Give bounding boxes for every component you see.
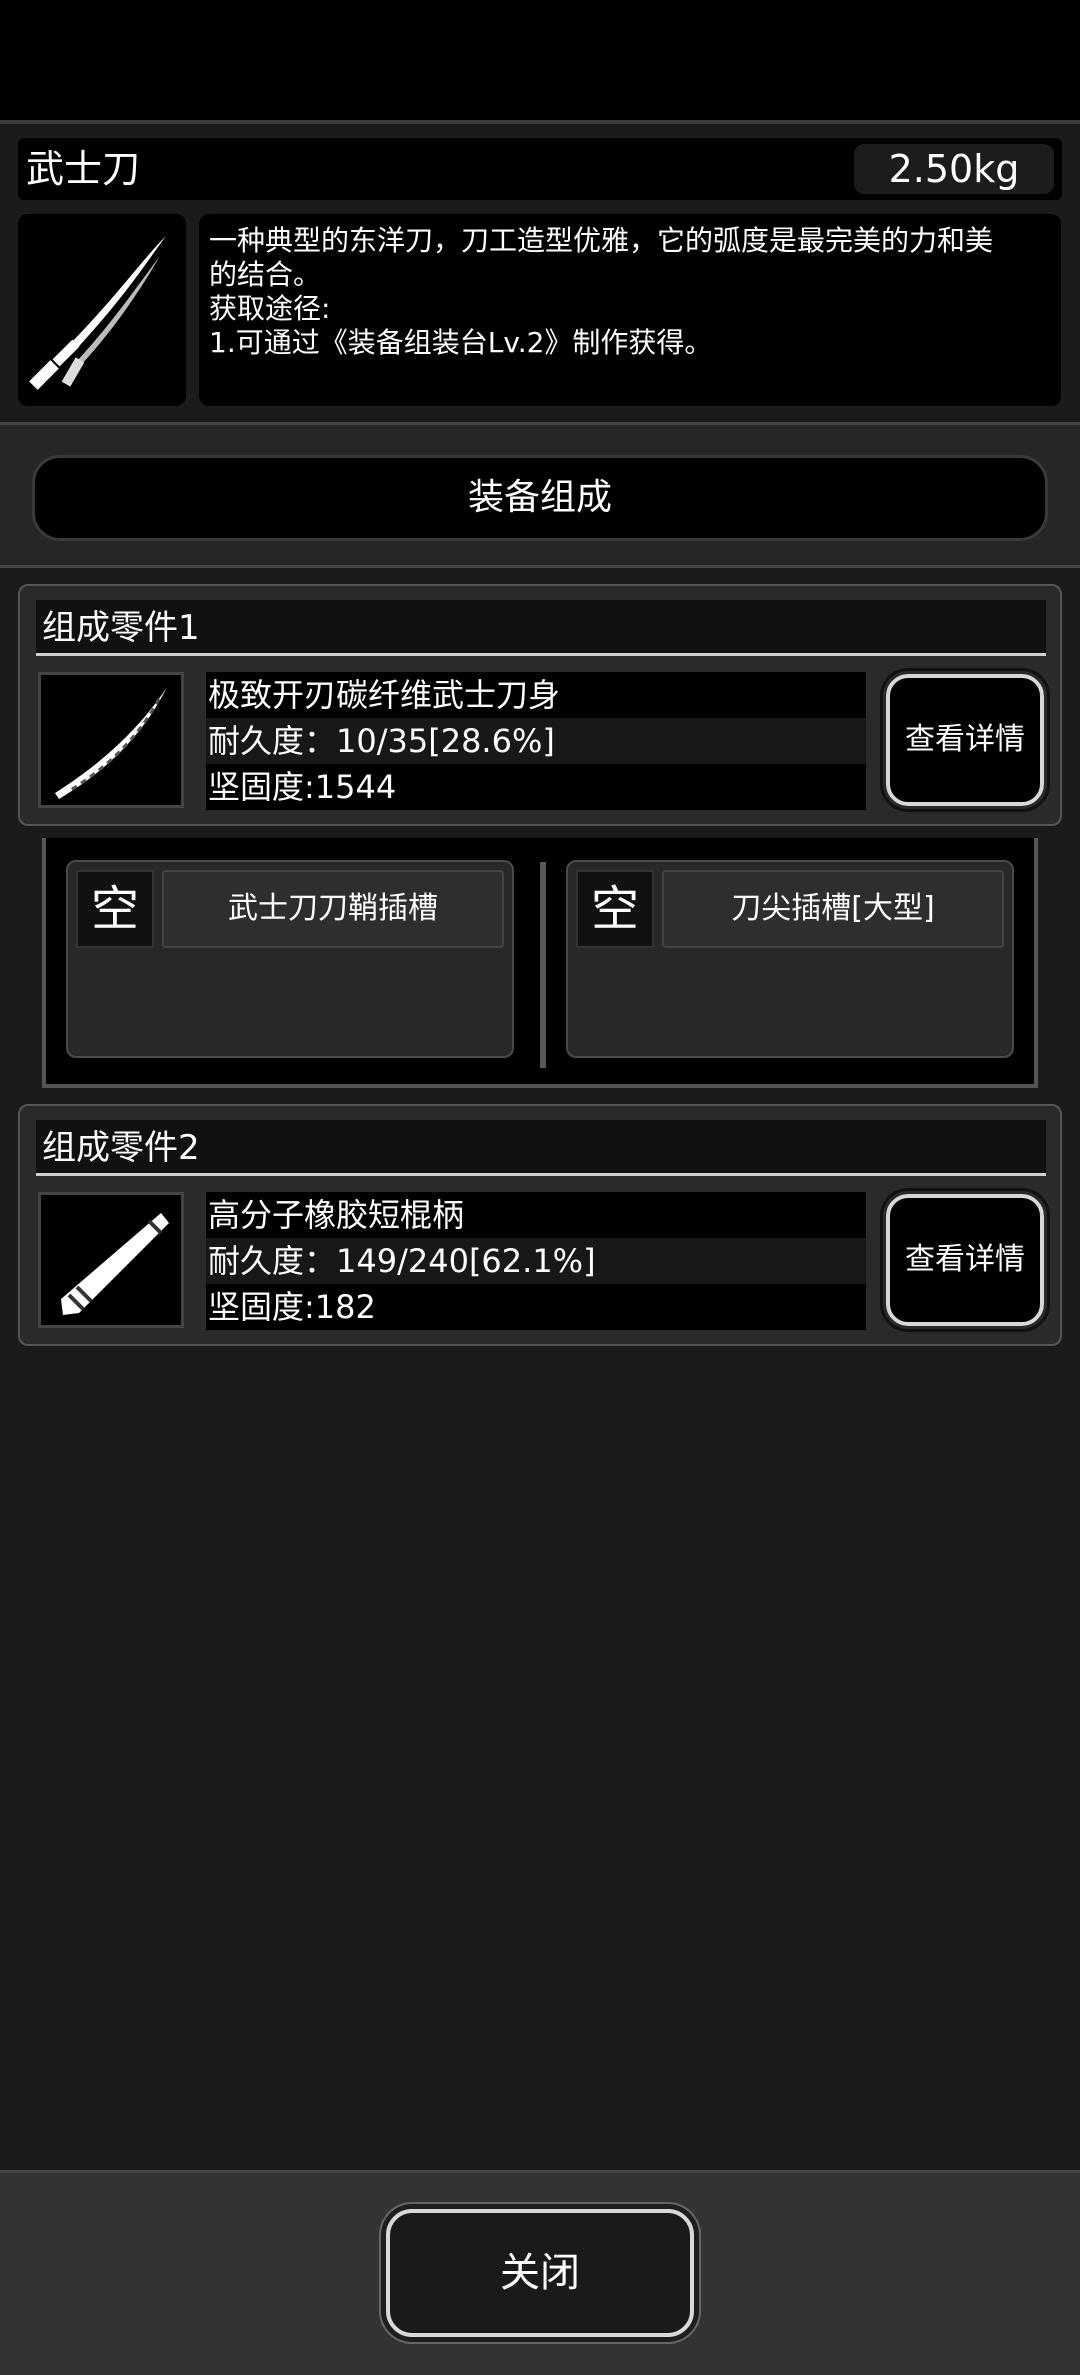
description-line: 1.可通过《装备组装台Lv.2》制作获得。 bbox=[209, 326, 713, 359]
part-durability: 耐久度：149/240[62.1%] bbox=[206, 1238, 866, 1284]
part-header: 组成零件1 bbox=[36, 600, 1046, 656]
description-line: 的结合。 bbox=[209, 258, 322, 291]
item-icon-frame bbox=[18, 214, 186, 406]
part-name: 高分子橡胶短棍柄 bbox=[206, 1192, 866, 1238]
slot-area: 空 武士刀刀鞘插槽 空 刀尖插槽[大型] bbox=[42, 838, 1038, 1088]
part-card-2: 组成零件2 高分子橡胶短棍柄 耐久度：149/240[62.1%] 坚固度:18… bbox=[18, 1104, 1062, 1346]
bottom-bar: 关闭 bbox=[0, 2170, 1080, 2375]
part-card-1: 组成零件1 极致开刃碳纤维武士刀身 耐久度：10/35[28.6%] 坚固度:1… bbox=[18, 584, 1062, 826]
description-line: 一种典型的东洋刀，刀工造型优雅，它的弧度是最完美的力和美 bbox=[209, 224, 994, 257]
slot-name: 刀尖插槽[大型] bbox=[662, 870, 1004, 948]
close-button[interactable]: 关闭 bbox=[386, 2209, 694, 2337]
part-durability: 耐久度：10/35[28.6%] bbox=[206, 718, 866, 764]
part-hardness: 坚固度:182 bbox=[206, 1284, 866, 1330]
view-details-button[interactable]: 查看详情 bbox=[883, 671, 1047, 809]
description-line: 获取途径: bbox=[209, 292, 331, 325]
compose-section: 装备组成 bbox=[0, 422, 1080, 568]
view-details-button[interactable]: 查看详情 bbox=[883, 1191, 1047, 1329]
part-info: 高分子橡胶短棍柄 耐久度：149/240[62.1%] 坚固度:182 bbox=[206, 1192, 866, 1332]
item-name: 武士刀 bbox=[26, 147, 141, 191]
equipment-compose-button[interactable]: 装备组成 bbox=[32, 455, 1048, 541]
part-info: 极致开刃碳纤维武士刀身 耐久度：10/35[28.6%] 坚固度:1544 bbox=[206, 672, 866, 812]
item-weight: 2.50kg bbox=[854, 144, 1054, 194]
part-hardness: 坚固度:1544 bbox=[206, 764, 866, 810]
part-thumbnail[interactable] bbox=[38, 1192, 184, 1328]
slot-status: 空 bbox=[76, 870, 154, 948]
slot-name: 武士刀刀鞘插槽 bbox=[162, 870, 504, 948]
part-header: 组成零件2 bbox=[36, 1120, 1046, 1176]
slot-tip[interactable]: 空 刀尖插槽[大型] bbox=[566, 860, 1014, 1058]
slot-divider bbox=[540, 862, 546, 1068]
blade-icon bbox=[55, 687, 167, 799]
handle-icon bbox=[61, 1213, 169, 1315]
item-description: 一种典型的东洋刀，刀工造型优雅，它的弧度是最完美的力和美 的结合。 获取途径: … bbox=[199, 214, 1061, 406]
slot-status: 空 bbox=[576, 870, 654, 948]
item-title-bar: 武士刀 2.50kg bbox=[18, 138, 1062, 200]
part-name: 极致开刃碳纤维武士刀身 bbox=[206, 672, 866, 718]
katana-icon bbox=[29, 236, 166, 390]
part-thumbnail[interactable] bbox=[38, 672, 184, 808]
slot-sheath[interactable]: 空 武士刀刀鞘插槽 bbox=[66, 860, 514, 1058]
